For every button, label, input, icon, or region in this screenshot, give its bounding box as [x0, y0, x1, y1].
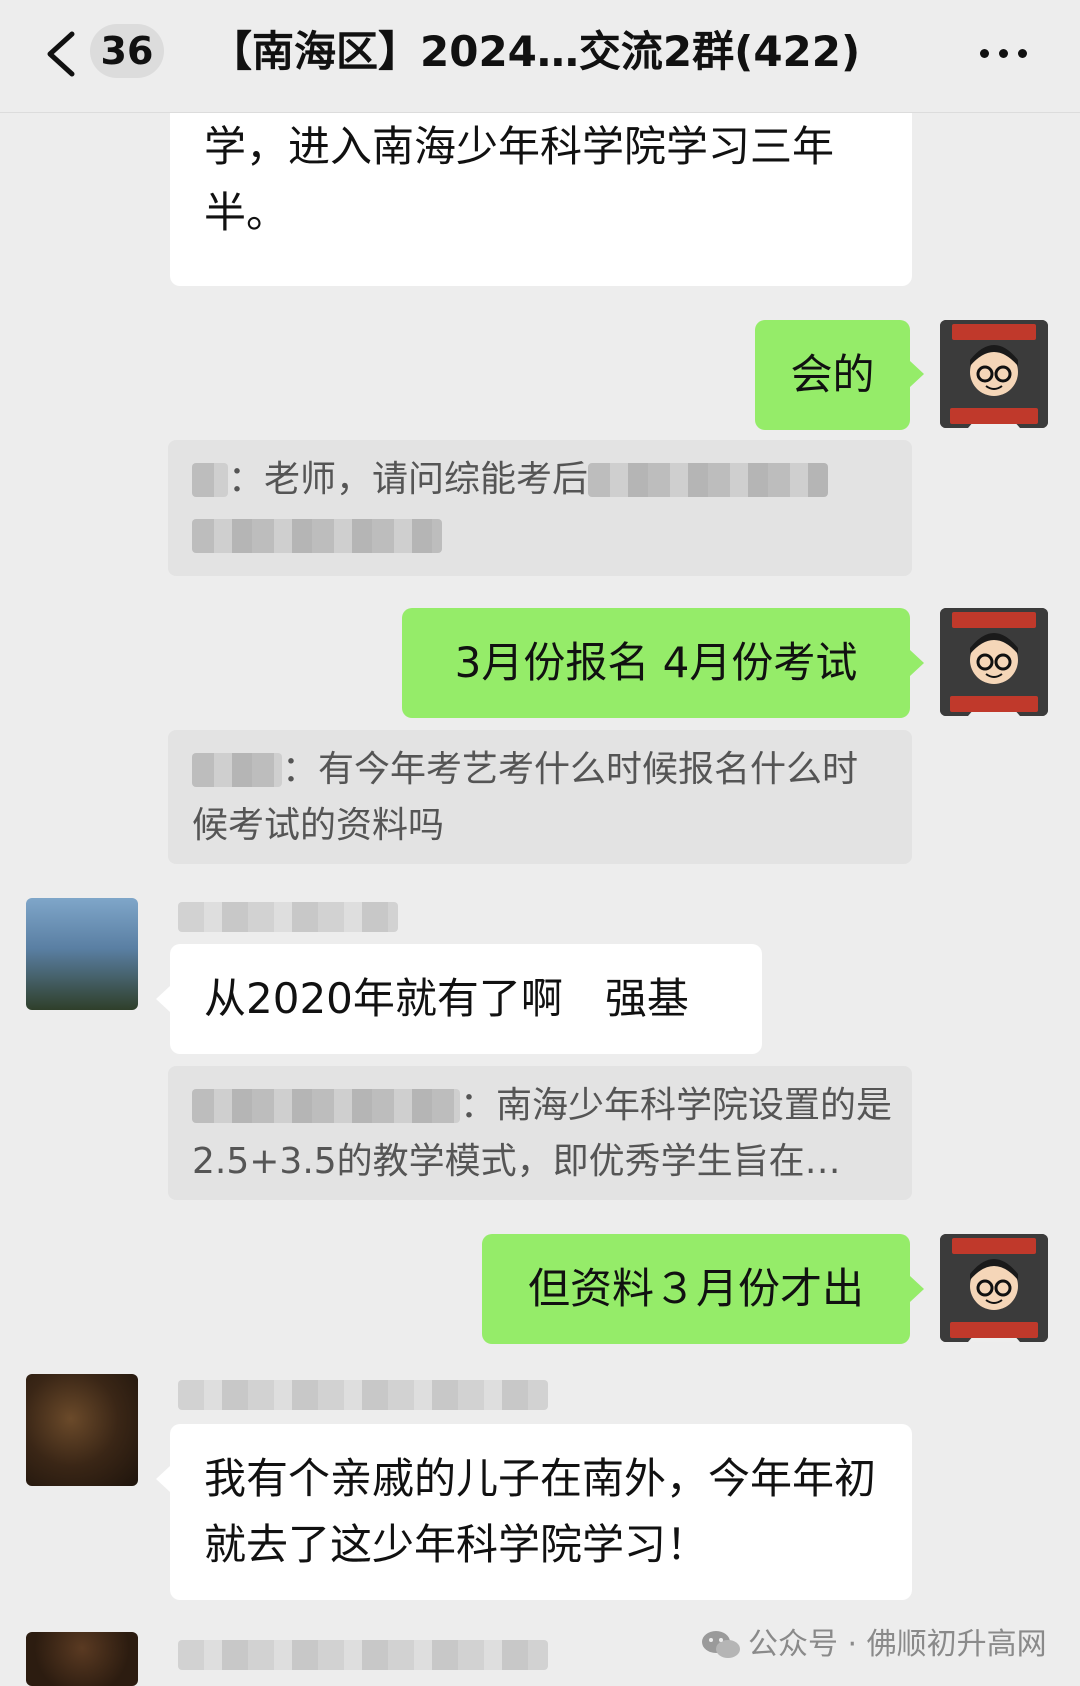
teacher-avatar[interactable]	[940, 1234, 1048, 1342]
quote-text: ：有今年考艺考什么时候报名什么时候考试的资料吗	[192, 749, 859, 846]
user-avatar[interactable]	[26, 1374, 138, 1486]
message-bubble[interactable]: 学，进入南海少年科学院学习三年半。	[170, 96, 912, 286]
message-bubble[interactable]: 会的	[755, 320, 910, 430]
blurred-nickname	[178, 902, 398, 932]
bubble-tail	[910, 1276, 924, 1302]
bubble-tail	[156, 1466, 170, 1492]
message-text: 学，进入南海少年科学院学习三年半。	[204, 122, 835, 237]
watermark-text: 公众号 · 佛顺初升高网	[748, 1627, 1047, 1662]
blurred-nickname	[178, 1640, 548, 1670]
chat-title: 【南海区】2024…交流2群(422)	[210, 27, 861, 76]
message-bubble[interactable]: 但资料３月份才出	[482, 1234, 910, 1344]
user-avatar[interactable]	[26, 1632, 138, 1686]
blurred-nickname	[178, 1380, 548, 1410]
quoted-message[interactable]: ：老师，请问综能考后	[168, 440, 912, 576]
message-text: 从2020年就有了啊 强基	[204, 974, 689, 1023]
blurred-name	[192, 463, 228, 497]
teacher-avatar-icon	[940, 320, 1048, 428]
message-text: 会的	[790, 350, 875, 399]
message-bubble[interactable]: 3月份报名 4月份考试	[402, 608, 910, 718]
quoted-message[interactable]: ：有今年考艺考什么时候报名什么时候考试的资料吗	[168, 730, 912, 864]
blurred-text	[588, 463, 829, 497]
bubble-tail	[910, 650, 924, 676]
user-avatar[interactable]	[26, 898, 138, 1010]
message-bubble[interactable]: 我有个亲戚的儿子在南外，今年年初就去了这少年科学院学习！	[170, 1424, 912, 1600]
bubble-tail	[910, 361, 924, 387]
bubble-tail	[156, 986, 170, 1012]
unread-count-badge[interactable]: 36	[90, 24, 164, 78]
message-bubble[interactable]: 从2020年就有了啊 强基	[170, 944, 762, 1054]
more-options-icon[interactable]	[972, 30, 1036, 74]
teacher-avatar[interactable]	[940, 320, 1048, 428]
message-text: 我有个亲戚的儿子在南外，今年年初就去了这少年科学院学习！	[204, 1454, 877, 1569]
quote-text: ：老师，请问综能考后	[228, 459, 589, 500]
teacher-avatar-icon	[940, 1234, 1048, 1342]
message-text: 但资料３月份才出	[527, 1264, 864, 1313]
chat-header: 36 【南海区】2024…交流2群(422)	[0, 0, 1080, 113]
blurred-text	[192, 519, 442, 553]
back-arrow-icon[interactable]	[42, 28, 82, 80]
teacher-avatar-icon	[940, 608, 1048, 716]
blurred-name	[192, 753, 282, 787]
message-text: 3月份报名 4月份考试	[454, 638, 858, 687]
wechat-icon	[702, 1631, 740, 1658]
blurred-name	[192, 1089, 460, 1123]
quoted-message[interactable]: ：南海少年科学院设置的是2.5+3.5的教学模式，即优秀学生旨在…	[168, 1066, 912, 1200]
teacher-avatar[interactable]	[940, 608, 1048, 716]
